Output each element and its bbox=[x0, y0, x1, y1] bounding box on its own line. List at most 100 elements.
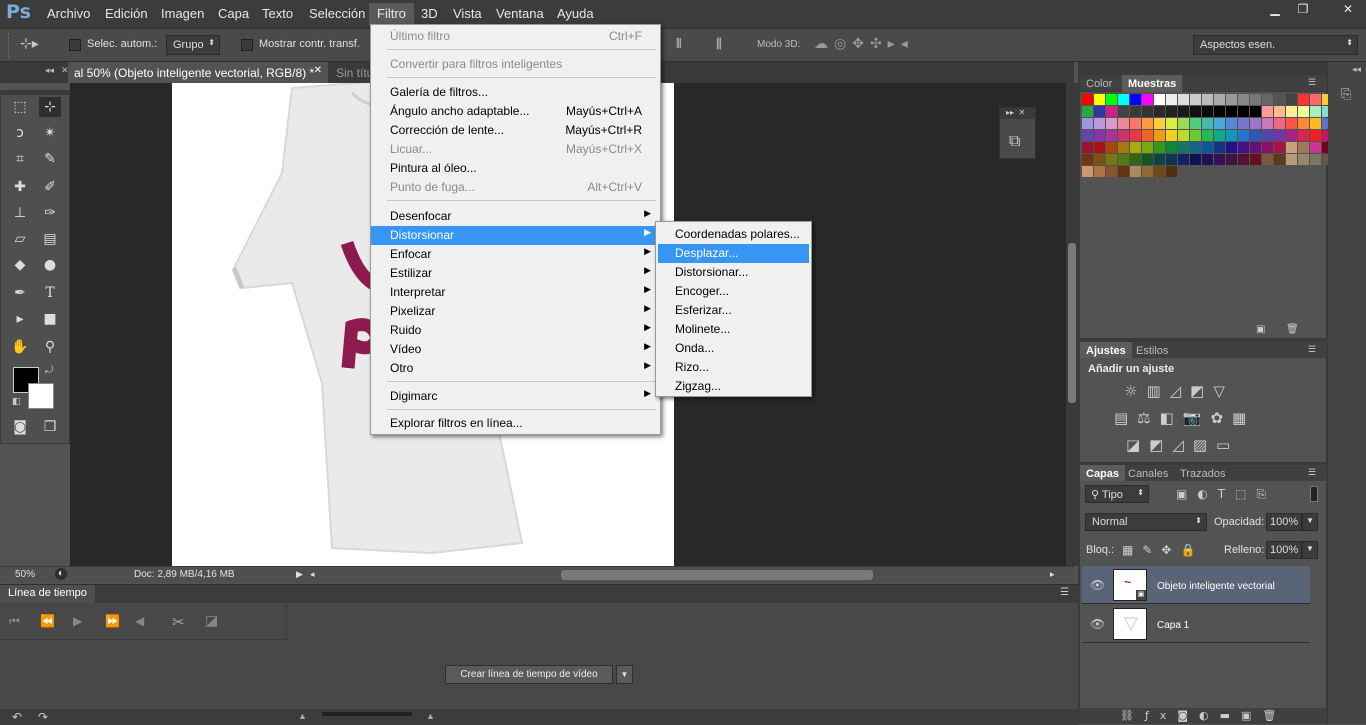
color-swatch[interactable] bbox=[1238, 94, 1249, 105]
adjustment-row-2-icons[interactable]: ▤⚖◧📷✿▦ bbox=[1114, 409, 1255, 427]
vertical-scroll-thumb[interactable] bbox=[1068, 243, 1076, 403]
marquee-tool-icon[interactable]: ⬚ bbox=[9, 97, 31, 117]
close-icon[interactable]: ✕ bbox=[1332, 2, 1364, 18]
collapse-icon[interactable]: ◂◂ bbox=[45, 65, 54, 76]
color-swatch[interactable] bbox=[1190, 142, 1201, 153]
menu-vista[interactable]: Vista bbox=[453, 6, 482, 21]
color-swatch[interactable] bbox=[1250, 130, 1261, 141]
color-swatch[interactable] bbox=[1214, 94, 1225, 105]
strip-collapse-icon[interactable]: ◂◂ bbox=[1352, 64, 1361, 75]
submenu-item-spherize[interactable]: Esferizar... bbox=[658, 301, 809, 320]
color-swatch[interactable] bbox=[1310, 94, 1321, 105]
menu-item-pixelate[interactable]: Pixelizar ▶ bbox=[371, 302, 660, 321]
color-swatch[interactable] bbox=[1142, 166, 1153, 177]
layer-row-smart-object[interactable]: 👁 ~ ▣ Objeto inteligente vectorial bbox=[1082, 566, 1310, 604]
color-swatch[interactable] bbox=[1166, 154, 1177, 165]
scroll-left-icon[interactable]: ◂ bbox=[310, 569, 315, 580]
visibility-eye-icon[interactable]: 👁 bbox=[1090, 578, 1105, 592]
menu-item-digimarc[interactable]: Digimarc ▶ bbox=[371, 387, 660, 406]
color-swatch[interactable] bbox=[1130, 166, 1141, 177]
submenu-item-ripple[interactable]: Rizo... bbox=[658, 358, 809, 377]
color-swatch[interactable] bbox=[1286, 154, 1297, 165]
timeline-tab[interactable]: Línea de tiempo bbox=[0, 585, 95, 603]
menu-ayuda[interactable]: Ayuda bbox=[557, 6, 594, 21]
color-swatch[interactable] bbox=[1154, 106, 1165, 117]
adjustment-row-1-icons[interactable]: ☼▥◿◩▽ bbox=[1124, 382, 1234, 400]
color-swatch[interactable] bbox=[1286, 106, 1297, 117]
blend-mode-select[interactable]: Normal ⬍ bbox=[1085, 513, 1207, 531]
submenu-item-distort[interactable]: Distorsionar... bbox=[658, 263, 809, 282]
submenu-item-wave[interactable]: Onda... bbox=[658, 339, 809, 358]
eyedropper-icon[interactable]: ✎ bbox=[39, 149, 61, 169]
color-swatch[interactable] bbox=[1118, 106, 1129, 117]
lock-icons[interactable]: ▦✎✥🔒 bbox=[1122, 543, 1204, 557]
color-swatch[interactable] bbox=[1106, 154, 1117, 165]
panel-menu-icon[interactable]: ☰ bbox=[1060, 587, 1069, 598]
next-frame-icon[interactable]: ⏩ bbox=[105, 614, 120, 628]
default-colors-icon[interactable]: ◧ bbox=[12, 397, 21, 407]
color-swatch[interactable] bbox=[1250, 118, 1261, 129]
screen-mode-icon[interactable]: ❐ bbox=[39, 417, 61, 437]
color-swatch[interactable] bbox=[1166, 106, 1177, 117]
color-swatch[interactable] bbox=[1094, 130, 1105, 141]
color-swatch[interactable] bbox=[1106, 166, 1117, 177]
color-swatch[interactable] bbox=[1262, 94, 1273, 105]
color-swatch[interactable] bbox=[1310, 130, 1321, 141]
color-swatch[interactable] bbox=[1214, 130, 1225, 141]
menu-item-render[interactable]: Interpretar ▶ bbox=[371, 283, 660, 302]
color-swatch[interactable] bbox=[1286, 94, 1297, 105]
opacity-input[interactable]: 100% bbox=[1266, 513, 1302, 531]
color-swatch[interactable] bbox=[1178, 154, 1189, 165]
color-swatch[interactable] bbox=[1262, 130, 1273, 141]
color-swatch[interactable] bbox=[1262, 106, 1273, 117]
color-swatch[interactable] bbox=[1082, 130, 1093, 141]
menu-item-last-filter[interactable]: Último filtro Ctrl+F bbox=[371, 27, 660, 46]
color-swatch[interactable] bbox=[1214, 118, 1225, 129]
color-swatch[interactable] bbox=[1190, 106, 1201, 117]
color-swatch[interactable] bbox=[1310, 106, 1321, 117]
color-swatch[interactable] bbox=[1274, 118, 1285, 129]
color-swatch[interactable] bbox=[1202, 130, 1213, 141]
fill-input[interactable]: 100% bbox=[1266, 541, 1302, 559]
color-swatch[interactable] bbox=[1286, 130, 1297, 141]
color-swatch[interactable] bbox=[1118, 154, 1129, 165]
color-swatch[interactable] bbox=[1130, 94, 1141, 105]
clone-stamp-icon[interactable]: ⊥ bbox=[9, 203, 31, 223]
color-swatch[interactable] bbox=[1274, 154, 1285, 165]
color-swatch[interactable] bbox=[1214, 154, 1225, 165]
menu-edicion[interactable]: Edición bbox=[105, 6, 148, 21]
layer-filter-icons[interactable]: ▣◐T⬚⎘ bbox=[1176, 487, 1276, 502]
color-swatch[interactable] bbox=[1142, 118, 1153, 129]
color-swatch[interactable] bbox=[1082, 118, 1093, 129]
color-swatch[interactable] bbox=[1250, 94, 1261, 105]
redo-icon[interactable]: ↷ bbox=[38, 710, 48, 724]
color-swatch[interactable] bbox=[1082, 142, 1093, 153]
color-swatch[interactable] bbox=[1190, 154, 1201, 165]
color-swatch[interactable] bbox=[1214, 142, 1225, 153]
group-select[interactable]: Grupo ⬍ bbox=[166, 35, 220, 55]
menu-item-lens[interactable]: Corrección de lente... Mayús+Ctrl+R bbox=[371, 121, 660, 140]
filter-toggle[interactable] bbox=[1310, 486, 1318, 502]
menu-item-oil[interactable]: Pintura al óleo... bbox=[371, 159, 660, 178]
play-icon[interactable]: ▶ bbox=[73, 614, 82, 628]
create-timeline-dropdown-icon[interactable]: ▼ bbox=[616, 665, 633, 684]
color-swatch[interactable] bbox=[1154, 94, 1165, 105]
color-swatch[interactable] bbox=[1106, 118, 1117, 129]
healing-brush-icon[interactable]: ✚ bbox=[9, 177, 31, 197]
color-swatch[interactable] bbox=[1202, 142, 1213, 153]
color-swatch[interactable] bbox=[1118, 118, 1129, 129]
show-transform-checkbox[interactable] bbox=[241, 39, 253, 51]
color-swatch[interactable] bbox=[1154, 154, 1165, 165]
color-swatch[interactable] bbox=[1094, 142, 1105, 153]
color-swatch[interactable] bbox=[1238, 130, 1249, 141]
color-swatch[interactable] bbox=[1094, 94, 1105, 105]
swap-colors-icon[interactable]: ⤾ bbox=[45, 365, 53, 376]
fill-dropdown-icon[interactable]: ▼ bbox=[1302, 541, 1318, 559]
zoom-level[interactable]: 50% bbox=[15, 569, 35, 580]
color-swatch[interactable] bbox=[1118, 94, 1129, 105]
type-tool-icon[interactable]: T bbox=[39, 283, 61, 303]
color-swatch[interactable] bbox=[1094, 106, 1105, 117]
color-swatch[interactable] bbox=[1310, 154, 1321, 165]
scroll-right-icon[interactable]: ▸ bbox=[1050, 569, 1055, 580]
color-swatch[interactable] bbox=[1250, 106, 1261, 117]
